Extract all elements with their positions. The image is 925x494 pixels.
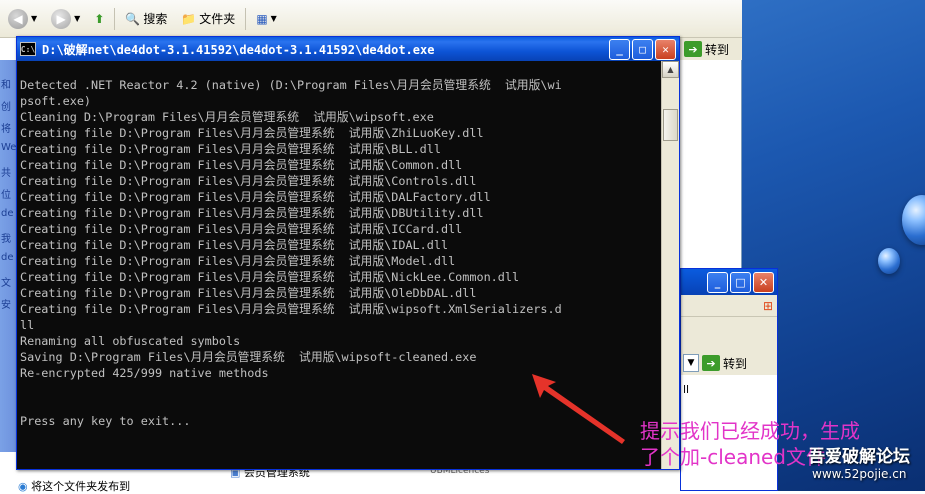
- maximize-button[interactable]: □: [730, 271, 751, 293]
- window2-go-label[interactable]: 转到: [723, 355, 747, 372]
- forward-button[interactable]: ▶ ▼: [47, 7, 84, 31]
- toolbar-separator: [245, 7, 247, 30]
- watermark-url: www.52pojie.cn: [812, 467, 907, 481]
- folders-button[interactable]: 📁 文件夹: [177, 8, 239, 29]
- console-line: Saving D:\Program Files\月月会员管理系统 试用版\wip…: [20, 350, 477, 364]
- minimize-button[interactable]: _: [609, 39, 630, 60]
- views-button[interactable]: ▦ ▼: [252, 10, 281, 28]
- toolbar-separator: [114, 7, 116, 30]
- maximize-button[interactable]: □: [632, 39, 653, 60]
- go-label: 转到: [705, 42, 730, 57]
- watermark-name: 吾爱破解论坛: [808, 447, 910, 467]
- close-button[interactable]: ✕: [655, 39, 676, 60]
- minimize-button[interactable]: _: [707, 271, 728, 293]
- water-drop-large: [902, 195, 925, 245]
- go-arrow-icon: ➔: [702, 355, 720, 371]
- back-arrow-icon: ◀: [8, 8, 28, 29]
- annotation-arrow: [532, 374, 625, 444]
- up-folder-button[interactable]: ⬆: [90, 10, 108, 28]
- console-line: Creating file D:\Program Files\月月会员管理系统 …: [20, 286, 477, 300]
- console-line: ll: [20, 318, 35, 332]
- address-dropdown[interactable]: ▼: [683, 354, 699, 372]
- console-scrollbar[interactable]: ▲: [661, 61, 679, 469]
- search-label: 搜索: [143, 12, 168, 26]
- views-icon: ▦: [256, 11, 268, 26]
- forward-arrow-icon: ▶: [51, 8, 72, 29]
- go-arrow-icon: ➔: [684, 41, 702, 57]
- scroll-thumb[interactable]: [663, 109, 678, 141]
- console-line: psoft.exe): [20, 94, 92, 108]
- task-link-publish[interactable]: ◉ 将这个文件夹发布到: [18, 478, 130, 494]
- dropdown-icon: ▼: [31, 14, 38, 23]
- window2-address-row: ▼ ➔ 转到: [681, 351, 777, 375]
- dropdown-icon: ▼: [270, 14, 277, 23]
- folders-label: 文件夹: [199, 12, 236, 26]
- explorer-go-button[interactable]: ➔ 转到: [680, 38, 742, 60]
- console-line: Creating file D:\Program Files\月月会员管理系统 …: [20, 174, 477, 188]
- console-line: Creating file D:\Program Files\月月会员管理系统 …: [20, 222, 463, 236]
- console-line: Creating file D:\Program Files\月月会员管理系统 …: [20, 206, 484, 220]
- console-line: Creating file D:\Program Files\月月会员管理系统 …: [20, 142, 441, 156]
- close-button[interactable]: ✕: [753, 271, 774, 293]
- console-line: Cleaning D:\Program Files\月月会员管理系统 试用版\w…: [20, 110, 434, 124]
- folder-icon: 📁: [181, 11, 197, 26]
- up-folder-icon: ⬆: [94, 11, 105, 26]
- water-drop-small: [878, 248, 900, 274]
- back-button[interactable]: ◀ ▼: [4, 7, 41, 31]
- console-line: Detected .NET Reactor 4.2 (native) (D:\P…: [20, 78, 562, 92]
- publish-label: 将这个文件夹发布到: [31, 480, 131, 493]
- console-app-icon: C:\: [20, 42, 36, 56]
- console-line: Creating file D:\Program Files\月月会员管理系统 …: [20, 270, 520, 284]
- console-line: Creating file D:\Program Files\月月会员管理系统 …: [20, 158, 463, 172]
- windows-logo-icon: ⊞: [762, 298, 773, 313]
- window2-menubar: ⊞: [681, 295, 777, 317]
- console-title-buttons: _ □ ✕: [609, 39, 676, 60]
- explorer-toolbar: ◀ ▼ ▶ ▼ ⬆ 🔍 搜索 📁 文件夹 ▦ ▼: [0, 0, 742, 38]
- console-line: Renaming all obfuscated symbols: [20, 334, 241, 348]
- window2-file-fragment: ll: [683, 383, 690, 396]
- search-icon: 🔍: [125, 11, 141, 26]
- console-title: D:\破解net\de4dot-3.1.41592\de4dot-3.1.415…: [42, 42, 435, 57]
- console-line: Creating file D:\Program Files\月月会员管理系统 …: [20, 238, 449, 252]
- console-line: Creating file D:\Program Files\月月会员管理系统 …: [20, 190, 491, 204]
- console-line: Creating file D:\Program Files\月月会员管理系统 …: [20, 254, 456, 268]
- window2-toolbar: [681, 317, 777, 351]
- search-button[interactable]: 🔍 搜索: [121, 8, 171, 29]
- scroll-up-button[interactable]: ▲: [662, 61, 679, 78]
- publish-icon: ◉: [18, 480, 28, 493]
- console-titlebar: C:\ D:\破解net\de4dot-3.1.41592\de4dot-3.1…: [17, 37, 679, 61]
- dropdown-icon: ▼: [74, 14, 81, 23]
- window2-titlebar: _ □ ✕: [681, 269, 777, 295]
- annotation-line-1: 提示我们已经成功，生成: [640, 419, 860, 443]
- console-line: Creating file D:\Program Files\月月会员管理系统 …: [20, 302, 562, 316]
- console-line: Creating file D:\Program Files\月月会员管理系统 …: [20, 126, 484, 140]
